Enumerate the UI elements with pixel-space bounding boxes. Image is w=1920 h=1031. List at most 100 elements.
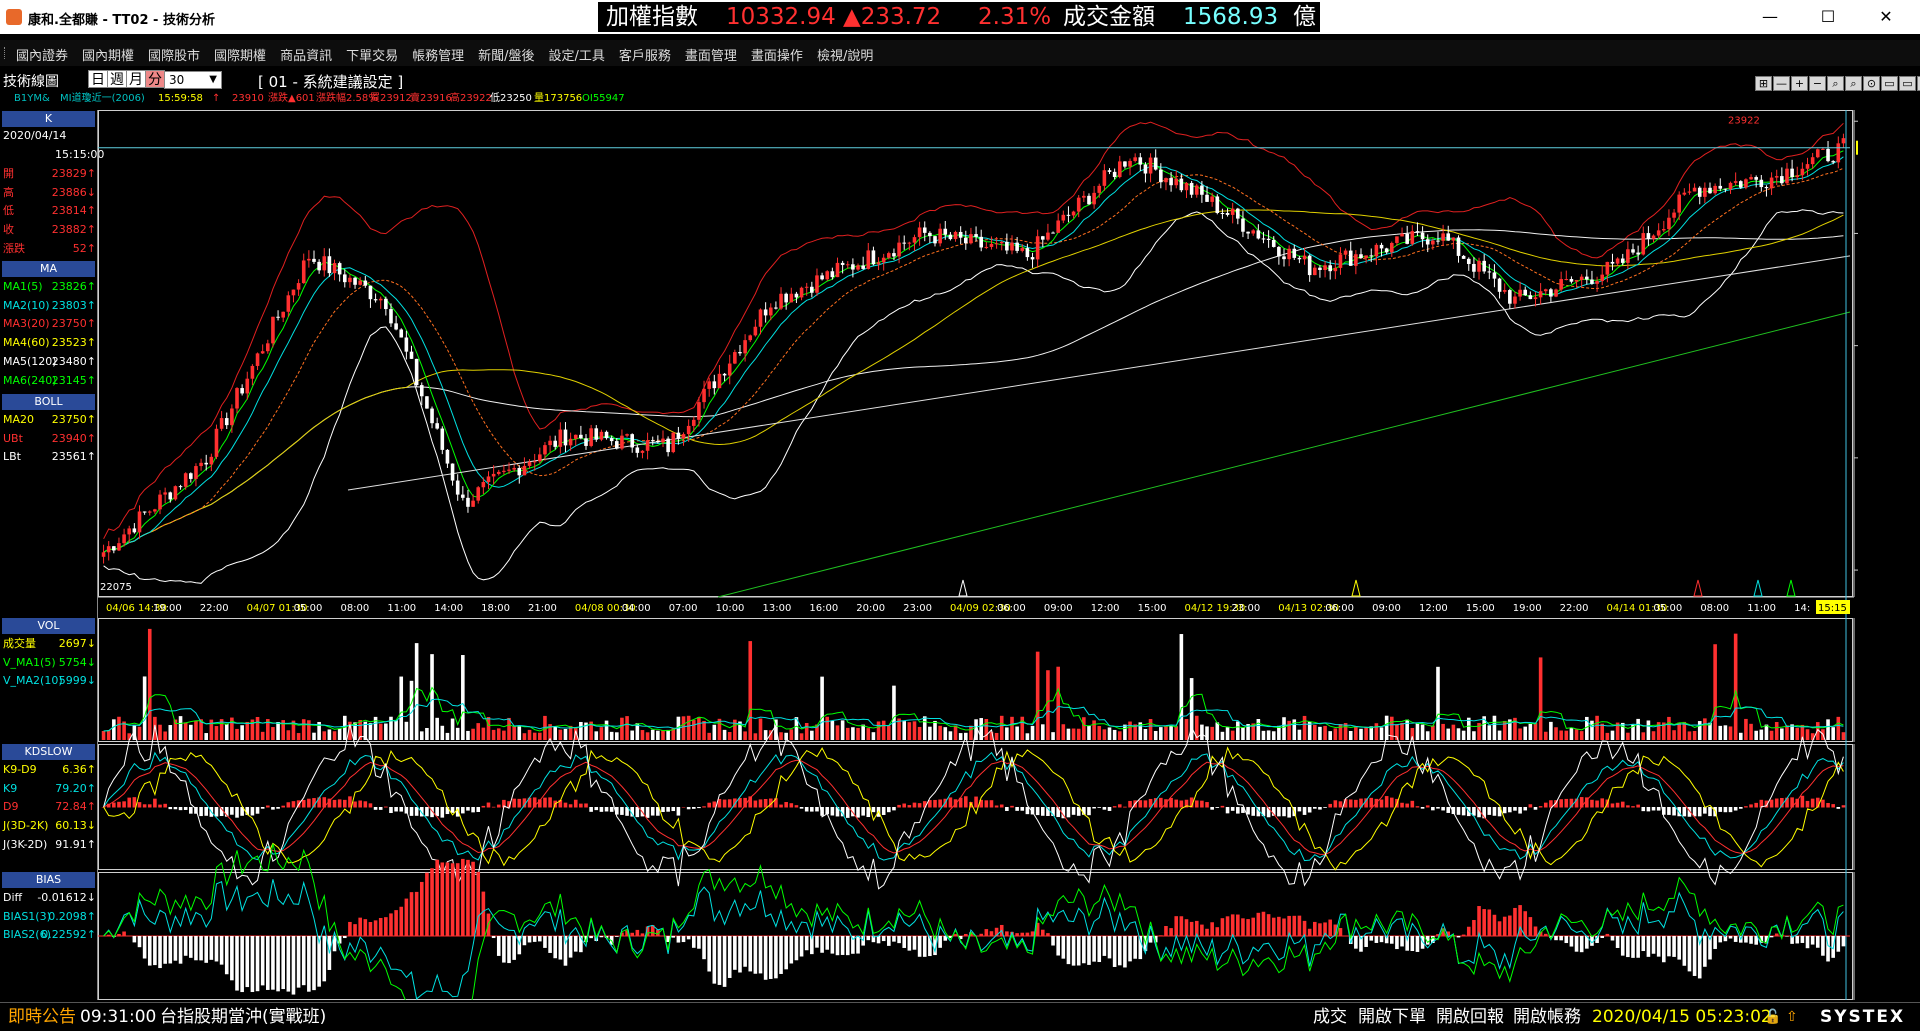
kd-diff-bar: [609, 807, 614, 812]
bias-diff-bar: [1733, 936, 1738, 942]
bias-diff-bar: [784, 936, 788, 970]
chart-tool-icon-4[interactable]: ⌕: [1827, 76, 1844, 91]
ohlc-row: 高 23886↓: [3, 184, 96, 202]
minimize-button[interactable]: —: [1750, 5, 1790, 29]
period-month-button[interactable]: 月: [126, 70, 146, 88]
candle-body: [307, 258, 311, 261]
volume-bar: [681, 716, 686, 740]
interval-value: 30: [169, 73, 185, 87]
menu-item-8[interactable]: 設定/工具: [549, 49, 605, 64]
kd-diff-bar: [1159, 797, 1163, 808]
menu-item-5[interactable]: 下單交易: [346, 49, 398, 64]
bias-diff-bar: [1482, 909, 1486, 937]
vol-header[interactable]: VOL: [2, 618, 95, 634]
k-header[interactable]: K: [2, 111, 95, 127]
bias-diff-bar: [697, 936, 701, 949]
open-account-button[interactable]: 開啟帳務: [1513, 1003, 1581, 1031]
candle-body: [1318, 267, 1322, 270]
bias-diff-bar: [1092, 936, 1096, 962]
trades-button[interactable]: 成交: [1313, 1003, 1347, 1031]
bias-diff-bar: [1025, 932, 1030, 937]
candle-body: [953, 231, 958, 240]
candle-body: [902, 242, 907, 244]
interval-select[interactable]: 30 ▼: [164, 71, 222, 89]
chart-tool-icon-1[interactable]: —: [1773, 76, 1790, 91]
announcement-text[interactable]: 台指股期當沖(實戰班): [160, 1003, 326, 1031]
boll-header[interactable]: BOLL: [2, 394, 95, 410]
candle-body: [856, 265, 860, 270]
menu-item-3[interactable]: 國際期權: [214, 49, 266, 64]
candle-body: [1210, 196, 1214, 202]
chart-tool-icon-6[interactable]: ⊙: [1863, 76, 1880, 91]
maximize-button[interactable]: ☐: [1808, 5, 1848, 29]
candle-body: [938, 228, 942, 244]
menu-item-7[interactable]: 新聞/盤後: [478, 49, 534, 64]
chart-tool-icon-8[interactable]: ▭: [1899, 76, 1916, 91]
open-order-button[interactable]: 開啟下單: [1358, 1003, 1426, 1031]
kd-diff-bar: [450, 807, 455, 813]
bias-diff-bar: [907, 936, 912, 951]
bias-header[interactable]: BIAS: [2, 872, 95, 888]
chart-tool-icon-2[interactable]: +: [1791, 76, 1808, 91]
menu-item-9[interactable]: 客戶服務: [619, 49, 671, 64]
candle-body: [799, 287, 804, 298]
menu-item-6[interactable]: 帳務管理: [412, 49, 464, 64]
candle-body: [1620, 258, 1625, 263]
candle-body: [322, 256, 327, 271]
menu-item-2[interactable]: 國際股市: [148, 49, 200, 64]
announcement-label[interactable]: 即時公告: [8, 1003, 76, 1031]
kd-diff-bar: [1117, 804, 1122, 808]
time-tick-label: 08:00: [1700, 603, 1729, 614]
chart-tool-icon-7[interactable]: ▭: [1881, 76, 1898, 91]
kd-diff-bar: [1513, 807, 1517, 811]
volume-bar: [307, 720, 311, 740]
candle-body: [1035, 236, 1040, 260]
volume-bar: [922, 716, 927, 740]
technical-chart[interactable]: 2400023500230002250022000238822392222075…: [98, 110, 1858, 1000]
menu-item-11[interactable]: 畫面操作: [751, 49, 803, 64]
volume-bar: [820, 676, 824, 740]
kd-diff-bar: [702, 806, 706, 808]
kd-diff-bar: [363, 801, 368, 808]
period-week-button[interactable]: 週: [107, 70, 127, 88]
chart-tool-icon-0[interactable]: ⊞: [1755, 76, 1772, 91]
volume-bar: [1379, 727, 1384, 740]
kd-diff-bar: [948, 797, 953, 808]
candle-body: [378, 298, 383, 301]
volume-bar: [404, 721, 409, 740]
period-minute-button[interactable]: 分: [145, 70, 165, 88]
ma-header[interactable]: MA: [2, 261, 95, 277]
kd-header[interactable]: KDSLOW: [2, 744, 95, 760]
open-report-button[interactable]: 開啟回報: [1436, 1003, 1504, 1031]
kd-diff-bar: [1723, 807, 1728, 813]
bias-diff-bar: [240, 936, 244, 993]
bias-diff-bar: [1343, 935, 1348, 937]
boll-row: UBt 23940↑: [3, 430, 96, 448]
candle-body: [147, 511, 152, 513]
candle-body: [455, 480, 460, 495]
volume-bar: [1200, 724, 1204, 740]
ohlc-row: 開 23829↑: [3, 165, 96, 183]
bias-diff-bar: [917, 936, 922, 957]
volume-bar: [137, 726, 142, 740]
candle-body: [1277, 246, 1281, 257]
chart-tool-icon-3[interactable]: −: [1809, 76, 1826, 91]
menu-item-12[interactable]: 檢視/說明: [817, 49, 873, 64]
bias-diff-bar: [230, 936, 234, 981]
menu-item-1[interactable]: 國內期權: [82, 49, 134, 64]
kd-diff-bar: [810, 807, 814, 812]
kd-diff-bar: [887, 807, 891, 813]
bias-diff-bar: [455, 863, 460, 937]
menu-item-0[interactable]: 國內證券: [16, 49, 68, 64]
chart-tool-icon-5[interactable]: ⌕: [1845, 76, 1862, 91]
candle-body: [1651, 235, 1656, 239]
menu-item-10[interactable]: 畫面管理: [685, 49, 737, 64]
candle-body: [1656, 230, 1661, 236]
period-day-button[interactable]: 日: [88, 70, 108, 88]
bias-diff-bar: [1117, 936, 1122, 966]
volume-bar: [245, 721, 250, 740]
menu-item-4[interactable]: 商品資訊: [280, 49, 332, 64]
volume-bar: [1164, 725, 1168, 740]
bias-diff-bar: [1261, 911, 1266, 937]
close-button[interactable]: ✕: [1866, 5, 1906, 29]
